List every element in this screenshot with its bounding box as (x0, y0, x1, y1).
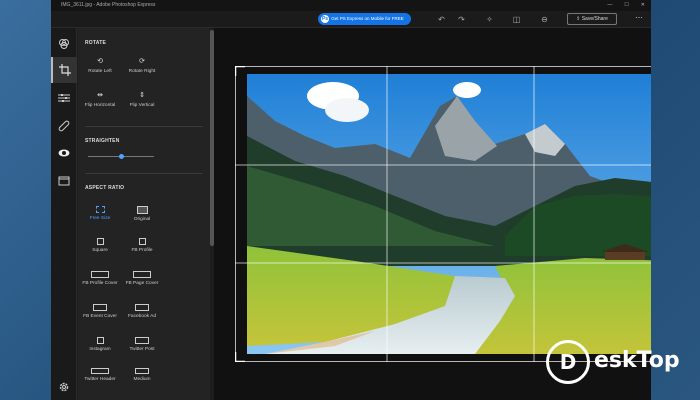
aspect-square[interactable]: Square (78, 238, 122, 253)
option-label: Rotate Left (88, 69, 112, 74)
aspect-medium[interactable]: Medium (120, 368, 164, 382)
image-icon (136, 206, 148, 214)
save-share-button[interactable]: ⇪ Save/Share (567, 13, 617, 25)
auto-fix-icon[interactable]: ✧ (484, 14, 495, 25)
tool-rail (51, 28, 77, 400)
option-label: FB Event Cover (83, 314, 117, 319)
slider-knob[interactable] (118, 154, 124, 159)
title-bar: IMG_3611.jpg - Adobe Photoshop Express —… (51, 0, 651, 11)
rotate-left-button[interactable]: ⟲ Rotate Left (78, 58, 122, 74)
divider (85, 173, 203, 174)
option-label: Facebook Ad (127, 314, 156, 319)
square-icon (96, 337, 104, 344)
aspect-instagram[interactable]: Instagram (78, 337, 122, 352)
settings-icon[interactable] (51, 374, 77, 400)
adjust-icon[interactable] (51, 85, 77, 111)
option-label: Flip Horizontal (84, 103, 116, 108)
wide-rect-icon (135, 368, 149, 374)
frame-icon[interactable] (51, 168, 77, 194)
flip-vertical-icon: ⇕ (139, 92, 145, 99)
aspect-twitter-header[interactable]: Twitter Header (78, 368, 122, 383)
top-toolbar: Ps Get PS Express on Mobile for FREE ↶ ↷… (51, 11, 651, 28)
aspect-twitter-post[interactable]: Twitter Post (120, 337, 164, 352)
window-title: IMG_3611.jpg - Adobe Photoshop Express (61, 2, 156, 8)
share-icon: ⇪ (576, 16, 581, 22)
watermark-text: eskTop (594, 348, 680, 373)
promo-button[interactable]: Ps Get PS Express on Mobile for FREE (318, 13, 411, 25)
rotate-right-icon: ⟳ (139, 58, 145, 65)
rotate-left-icon: ⟲ (97, 58, 103, 65)
option-label: FB Profile Cover (82, 281, 118, 286)
minimize-button[interactable]: — (607, 0, 612, 11)
crop-icon[interactable] (51, 57, 77, 83)
option-label: Free Size (89, 216, 111, 221)
option-label: Twitter Header (84, 377, 116, 382)
zoom-icon[interactable]: ⊖ (539, 14, 550, 25)
option-label: Original (133, 217, 151, 222)
undo-icon[interactable]: ↶ (436, 14, 447, 25)
close-button[interactable]: ✕ (641, 0, 645, 11)
wide-rect-icon (135, 337, 149, 344)
watermark-logo: D (546, 340, 590, 384)
more-options-icon[interactable]: ⋯ (635, 13, 643, 22)
aspect-fb-event-cover[interactable]: FB Event Cover (78, 304, 122, 320)
option-label: Instagram (89, 347, 111, 352)
option-label: Twitter Post (129, 347, 155, 352)
option-label: Rotate Right (128, 69, 156, 74)
wide-rect-icon (133, 271, 151, 278)
aspect-original[interactable]: Original (120, 206, 164, 222)
option-label: Medium (133, 377, 151, 382)
square-icon (138, 238, 146, 245)
wide-rect-icon (135, 304, 149, 311)
flip-horizontal-button[interactable]: ⇹ Flip Horizontal (78, 92, 122, 108)
divider (85, 126, 203, 127)
share-label: Save/Share (581, 16, 608, 22)
aspect-fb-profile[interactable]: FB Profile (120, 238, 164, 253)
aspect-free-size[interactable]: Free Size (78, 206, 122, 221)
flip-vertical-button[interactable]: ⇕ Flip Vertical (120, 92, 164, 108)
straighten-header: STRAIGHTEN (85, 138, 120, 144)
aspect-facebook-ad[interactable]: Facebook Ad (120, 304, 164, 319)
option-label: Flip Vertical (129, 103, 155, 108)
wide-rect-icon (93, 304, 107, 311)
compare-icon[interactable]: ◫ (511, 14, 522, 25)
heal-icon[interactable] (51, 113, 77, 139)
redo-icon[interactable]: ↷ (456, 14, 467, 25)
wide-rect-icon (91, 368, 109, 374)
square-icon (96, 238, 104, 245)
flip-horizontal-icon: ⇹ (97, 92, 103, 99)
option-label: FB Page Cover (125, 281, 159, 286)
aspect-ratio-header: ASPECT RATIO (85, 185, 125, 191)
adobe-icon: Ps (321, 15, 329, 23)
free-size-icon (95, 206, 105, 213)
rotate-header: ROTATE (85, 40, 107, 46)
option-label: Square (92, 248, 108, 253)
eye-icon[interactable] (51, 140, 77, 166)
rotate-right-button[interactable]: ⟳ Rotate Right (120, 58, 164, 74)
crop-panel: ROTATE ⟲ Rotate Left ⟳ Rotate Right ⇹ Fl… (78, 28, 210, 400)
window-controls: — ☐ ✕ (607, 0, 645, 11)
maximize-button[interactable]: ☐ (624, 0, 628, 11)
straighten-slider[interactable] (88, 154, 154, 159)
option-label: FB Profile (131, 248, 153, 253)
looks-icon[interactable] (51, 31, 77, 57)
aspect-fb-profile-cover[interactable]: FB Profile Cover (78, 271, 122, 287)
promo-label: Get PS Express on Mobile for FREE (331, 16, 404, 21)
site-watermark: D eskTop (546, 338, 696, 386)
aspect-fb-page-cover[interactable]: FB Page Cover (120, 271, 164, 286)
photo[interactable] (235, 66, 651, 362)
wide-rect-icon (91, 271, 109, 278)
